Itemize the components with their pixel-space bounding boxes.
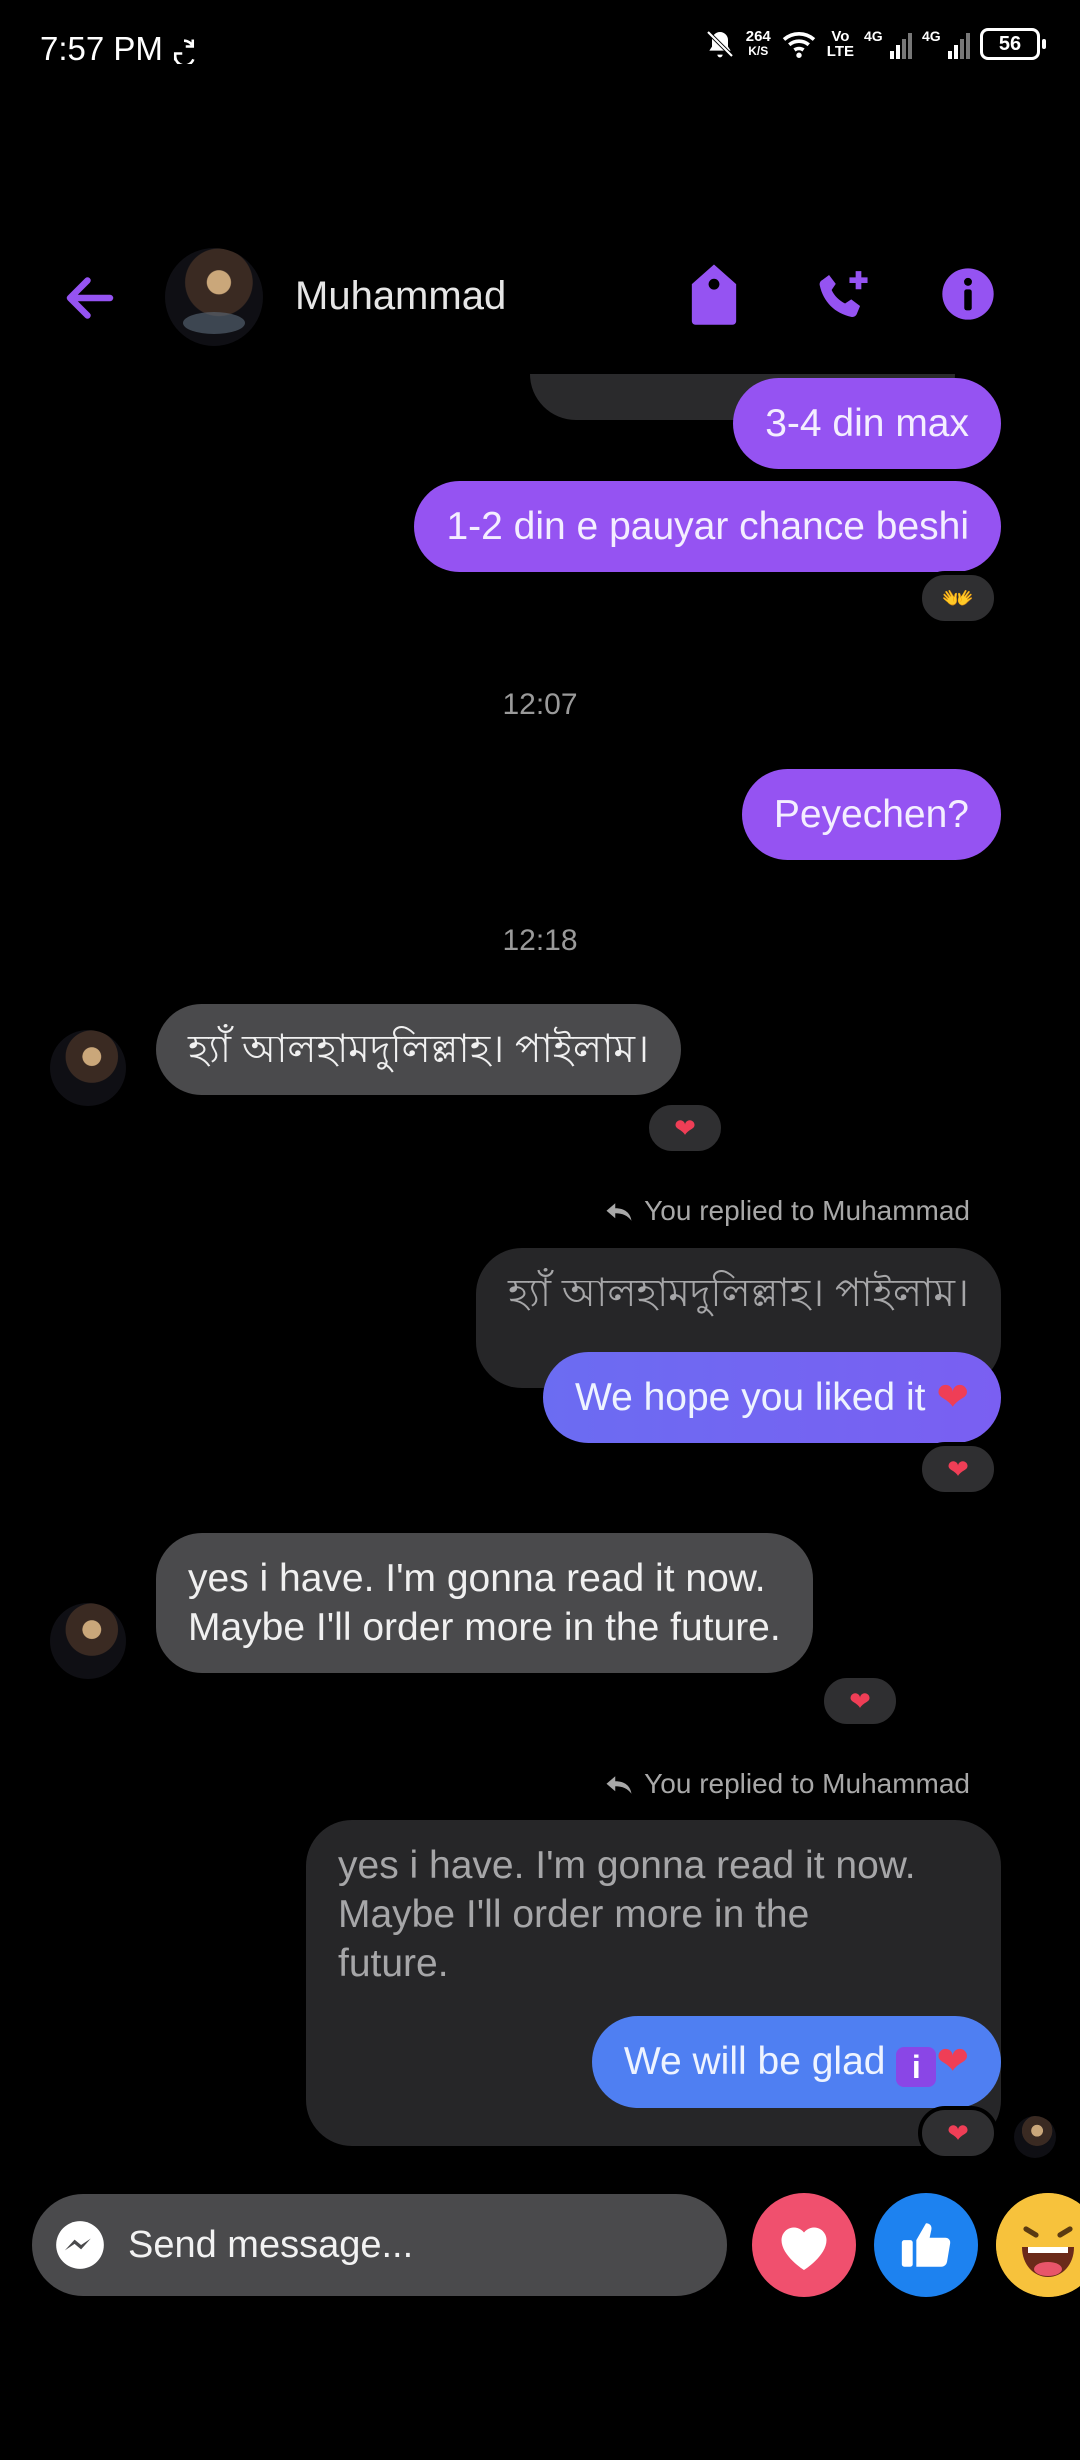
reaction-heart[interactable]: ❤ xyxy=(820,1674,900,1728)
network-speed: 264 K/S xyxy=(745,28,771,58)
messenger-icon xyxy=(56,2221,104,2269)
timestamp: 12:18 xyxy=(502,924,578,957)
reply-indicator: You replied to Muhammad xyxy=(604,1195,970,1227)
contact-name[interactable]: Muhammad xyxy=(295,274,506,319)
status-time: 7:57 PM xyxy=(40,30,163,67)
status-icons: 264 K/S Vo LTE 4G 4G 56 xyxy=(704,28,1046,60)
send-message-input[interactable]: Send message... xyxy=(128,2224,413,2267)
signal-1: 4G xyxy=(864,29,912,59)
reply-indicator: You replied to Muhammad xyxy=(604,1768,970,1800)
incoming-message[interactable]: yes i have. I'm gonna read it now. Maybe… xyxy=(156,1533,813,1673)
emoji-button[interactable] xyxy=(996,2193,1080,2297)
signal-2: 4G xyxy=(922,29,970,59)
sender-avatar[interactable] xyxy=(50,1603,126,1679)
timestamp: 12:07 xyxy=(502,688,578,721)
info-badge-icon: i xyxy=(896,2047,937,2087)
outgoing-message[interactable]: Peyechen? xyxy=(741,769,1001,860)
back-arrow-icon[interactable] xyxy=(60,268,120,328)
reaction-heart[interactable]: ❤ xyxy=(918,2106,998,2160)
sync-icon xyxy=(173,39,195,64)
outgoing-message[interactable]: 3-4 din max xyxy=(733,378,1001,469)
mute-bell-icon xyxy=(706,30,734,58)
tag-icon[interactable] xyxy=(688,262,740,326)
add-call-icon[interactable] xyxy=(812,266,874,328)
message-composer[interactable]: Send message... xyxy=(32,2194,727,2296)
info-icon[interactable] xyxy=(940,266,996,322)
volte-indicator: Vo LTE xyxy=(826,28,854,60)
reaction-heart[interactable]: ❤ xyxy=(645,1101,725,1155)
reply-arrow-icon xyxy=(606,1776,632,1794)
like-button[interactable] xyxy=(874,2193,978,2297)
laughing-emoji-icon xyxy=(996,2193,1080,2297)
thumbs-up-icon xyxy=(901,2223,951,2267)
outgoing-message[interactable]: We hope you liked it ❤ xyxy=(542,1352,1001,1443)
battery-indicator: 56 xyxy=(980,28,1046,60)
wifi-icon xyxy=(782,32,815,58)
heart-icon xyxy=(781,2227,827,2270)
reaction-hands[interactable]: 👐 xyxy=(918,571,998,625)
contact-avatar[interactable] xyxy=(165,248,263,346)
reaction-heart[interactable]: ❤ xyxy=(918,1442,998,1496)
incoming-message[interactable]: হ্যাঁ আলহামদুলিল্লাহ। পাইলাম। xyxy=(156,1004,682,1095)
reply-arrow-icon xyxy=(606,1203,632,1221)
seen-avatar xyxy=(1014,2116,1056,2158)
outgoing-message[interactable]: We will be glad i ❤ xyxy=(591,2016,1001,2108)
sender-avatar[interactable] xyxy=(50,1030,126,1106)
heart-button[interactable] xyxy=(752,2193,856,2297)
outgoing-message[interactable]: 1-2 din e pauyar chance beshi xyxy=(414,481,1001,572)
